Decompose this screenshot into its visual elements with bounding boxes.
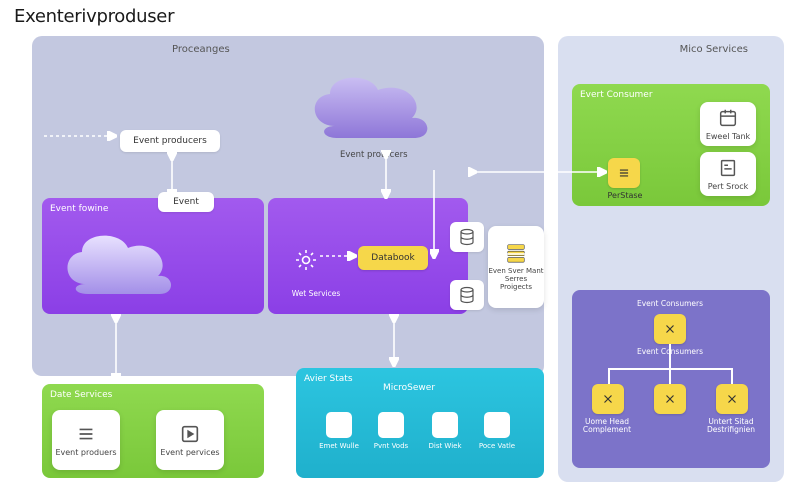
microservice-label: Emet Wulle — [319, 442, 359, 450]
cloud-producers-label: Event protucers — [340, 150, 408, 160]
box-title-avier-stats: Avier Stats — [304, 374, 353, 384]
gear-icon — [294, 248, 318, 272]
server-card-label: Even Sver Mant Serres Proigects — [488, 268, 544, 291]
microservice-item — [484, 412, 510, 438]
microservice-label: Dist Wiek — [425, 442, 465, 450]
panel-title-proceanges: Proceanges — [172, 44, 230, 55]
card-event-produers: Event produers — [52, 410, 120, 470]
consumer-chip — [716, 384, 748, 414]
database-icon — [450, 280, 484, 310]
microservice-label: Poce Vatle — [477, 442, 517, 450]
arrow — [162, 152, 182, 200]
arrow — [384, 314, 404, 368]
play-square-icon — [179, 423, 201, 445]
arrow — [318, 248, 358, 264]
card-pert-srock: Pert Srock — [700, 152, 756, 196]
microservice-label: Pvnt Vods — [371, 442, 411, 450]
microsewer-label: MicroSewer — [374, 384, 444, 394]
cloud-icon — [300, 66, 440, 146]
consumer-chip — [654, 384, 686, 414]
card-eweel-tank: Eweel Tank — [700, 102, 756, 146]
list-icon — [75, 423, 97, 445]
consumers-title: Event Consumers — [620, 300, 720, 308]
document-icon — [717, 157, 739, 179]
card-label: Pert Srock — [708, 183, 749, 192]
microservice-item — [432, 412, 458, 438]
box-title-event-fowine: Event fowine — [50, 204, 108, 214]
card-event-pervices: Event pervices — [156, 410, 224, 470]
microservice-item — [326, 412, 352, 438]
box-title-event-consumer: Evert Consumer — [580, 90, 653, 100]
page-title: Exenterivproduser — [14, 6, 174, 27]
arrow — [42, 124, 122, 148]
pill-event-producers: Event producers — [120, 130, 220, 152]
databook-chip: Databook — [358, 246, 428, 270]
card-label: Eweel Tank — [706, 133, 750, 142]
connector-line — [669, 368, 671, 384]
box-title-date-services: Date Services — [50, 390, 112, 400]
calendar-icon — [717, 107, 739, 129]
microservice-item — [378, 412, 404, 438]
consumer-root-chip — [654, 314, 686, 344]
arrow — [468, 164, 608, 180]
perstase-chip — [608, 158, 640, 188]
connector-line — [669, 344, 671, 368]
perstase-label: PerStase — [600, 192, 650, 201]
consumer-label: Untert Sitad Destrifignien — [700, 418, 762, 435]
cloud-icon — [56, 226, 176, 298]
panel-title-microservices: Mico Services — [680, 44, 748, 55]
connector-line — [731, 368, 733, 384]
consumer-chip — [592, 384, 624, 414]
web-services-label: Wet Services — [286, 290, 346, 298]
arrow — [376, 150, 396, 200]
connector-line — [608, 368, 610, 384]
databook-label: Databook — [371, 253, 414, 263]
consumer-label: Uome Head Complement — [576, 418, 638, 435]
arrow — [106, 314, 126, 384]
card-label: Event pervices — [160, 449, 219, 458]
card-label: Event produers — [55, 449, 116, 458]
